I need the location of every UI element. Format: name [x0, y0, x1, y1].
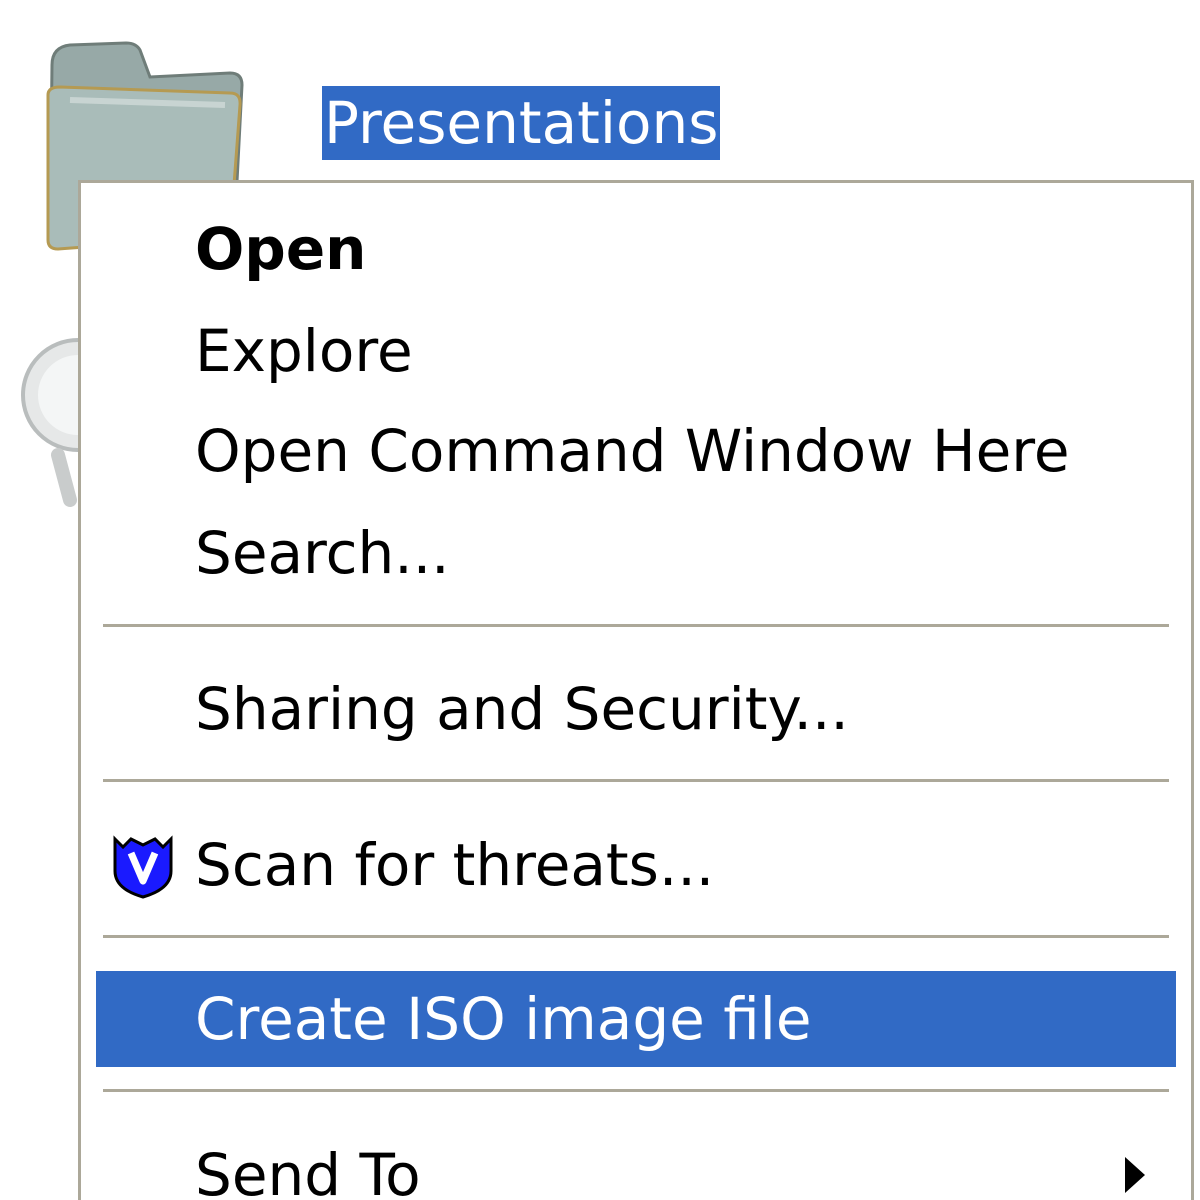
menu-item-label: Sharing and Security... — [195, 675, 849, 743]
menu-item-label: Scan for threats... — [195, 831, 715, 899]
menu-separator — [103, 779, 1169, 782]
menu-item-open-command-window[interactable]: Open Command Window Here — [99, 403, 1173, 499]
menu-separator — [103, 935, 1169, 938]
menu-item-sharing-and-security[interactable]: Sharing and Security... — [99, 661, 1173, 757]
menu-item-send-to[interactable]: Send To — [99, 1127, 1173, 1200]
menu-item-explore[interactable]: Explore — [99, 303, 1173, 399]
antivirus-shield-icon — [113, 835, 173, 899]
menu-separator — [103, 624, 1169, 627]
menu-item-open[interactable]: Open — [99, 201, 1173, 297]
menu-item-label: Open Command Window Here — [195, 417, 1070, 485]
submenu-arrow-icon — [1125, 1157, 1145, 1193]
menu-item-label: Create ISO image file — [195, 985, 812, 1053]
menu-item-scan-for-threats[interactable]: Scan for threats... — [99, 817, 1173, 913]
menu-item-label: Send To — [195, 1141, 421, 1200]
menu-item-search[interactable]: Search... — [99, 505, 1173, 601]
menu-item-label: Explore — [195, 317, 413, 385]
menu-item-label: Search... — [195, 519, 450, 587]
desktop: Presentations Open Explore Open Command … — [0, 0, 1200, 1200]
folder-name-label[interactable]: Presentations — [322, 86, 721, 160]
menu-item-create-iso-image-file[interactable]: Create ISO image file — [96, 971, 1176, 1067]
context-menu: Open Explore Open Command Window Here Se… — [78, 180, 1194, 1200]
menu-separator — [103, 1089, 1169, 1092]
menu-item-label: Open — [195, 215, 367, 283]
